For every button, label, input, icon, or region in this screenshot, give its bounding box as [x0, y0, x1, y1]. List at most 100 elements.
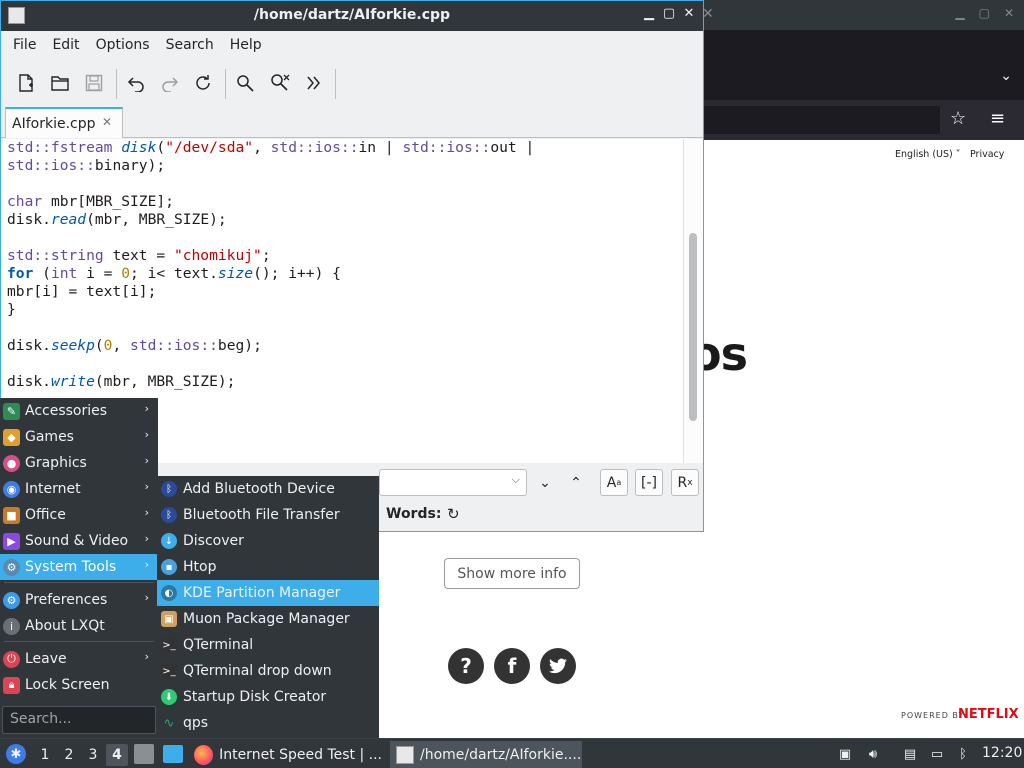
close-icon[interactable]: ✕ — [1004, 6, 1014, 20]
chevron-down-icon[interactable]: ⌵ — [512, 473, 520, 487]
submenu-label: Htop — [183, 559, 217, 575]
words-label: Words: — [386, 506, 442, 522]
terminal-icon: >_ — [161, 637, 177, 653]
new-file-icon[interactable] — [12, 69, 40, 97]
search-input[interactable]: ⌵ — [379, 469, 527, 496]
more-tools-icon[interactable] — [300, 69, 328, 97]
submenu-arrow-icon: › — [144, 402, 149, 415]
menu-about-lxqt[interactable]: i About LXQt — [0, 613, 158, 639]
facebook-icon[interactable]: f — [494, 648, 530, 684]
language-selector[interactable]: English (US) ˅ — [895, 149, 961, 160]
scrollbar-thumb[interactable] — [689, 233, 697, 421]
hamburger-menu-icon[interactable]: ≡ — [990, 108, 1005, 129]
menu-search-input[interactable]: Search... — [2, 706, 156, 734]
menu-internet[interactable]: ◉ Internet › — [0, 476, 158, 502]
submenu-bluetooth-file-transfer[interactable]: ᛒ Bluetooth File Transfer — [157, 502, 379, 528]
netflix-logo[interactable]: NETFLIX — [958, 707, 1019, 722]
menu-lock-screen[interactable]: 🔒︎ Lock Screen — [0, 672, 158, 698]
tab-close-icon[interactable]: ✕ — [102, 115, 112, 129]
privacy-link[interactable]: Privacy — [970, 149, 1004, 160]
desktop-1-button[interactable]: 1 — [34, 744, 56, 766]
find-icon[interactable] — [231, 69, 259, 97]
submenu-qterminal-drop-down[interactable]: >_ QTerminal drop down — [157, 658, 379, 684]
code-line: std::string text = "chomikuj"; — [7, 247, 271, 264]
task-editor[interactable]: /home/dartz/AIforkie.... — [390, 741, 582, 768]
menu-search[interactable]: Search — [158, 31, 222, 61]
submenu-label: QTerminal — [183, 637, 254, 653]
regex-button[interactable]: Rx — [671, 469, 699, 496]
chevron-down-icon[interactable]: ⌄ — [1000, 68, 1012, 84]
notes-icon[interactable]: ▤ — [901, 745, 919, 763]
maximize-icon[interactable]: ▢ — [661, 6, 677, 21]
help-icon[interactable]: ? — [448, 648, 484, 684]
url-field[interactable] — [704, 106, 940, 134]
submenu-label: Bluetooth File Transfer — [183, 507, 340, 523]
close-icon[interactable]: ✕ — [681, 6, 697, 21]
desktop-2-button[interactable]: 2 — [58, 744, 80, 766]
minimize-icon[interactable]: ▁ — [955, 6, 964, 20]
powered-by-label: POWERED BY — [901, 711, 965, 720]
menu-sound-video[interactable]: ▶ Sound & Video › — [0, 528, 158, 554]
menu-help[interactable]: Help — [222, 31, 270, 61]
reload-icon[interactable] — [189, 69, 217, 97]
clipboard-icon[interactable]: ▣ — [836, 745, 854, 763]
menubar: File Edit Options Search Help — [1, 31, 703, 61]
volume-icon[interactable]: 🔊︎ — [864, 745, 882, 763]
submenu-label: Startup Disk Creator — [183, 689, 327, 705]
menu-office[interactable]: ■ Office › — [0, 502, 158, 528]
open-folder-icon[interactable] — [46, 69, 74, 97]
menu-file[interactable]: File — [5, 31, 44, 61]
save-icon[interactable] — [80, 69, 108, 97]
desktop-3-button[interactable]: 3 — [82, 744, 104, 766]
lxqt-menu-icon[interactable]: ✱ — [6, 744, 26, 764]
submenu-qterminal[interactable]: >_ QTerminal — [157, 632, 379, 658]
clock[interactable]: 12:20 — [982, 745, 1022, 761]
menu-leave[interactable]: ⏻ Leave › — [0, 646, 158, 672]
bookmark-star-icon[interactable]: ☆ — [950, 108, 966, 129]
desktop-4-button[interactable]: 4 — [106, 744, 128, 766]
submenu-htop[interactable]: ▪ Htop — [157, 554, 379, 580]
submenu-qps[interactable]: ∿ qps — [157, 710, 379, 736]
menu-graphics[interactable]: ● Graphics › — [0, 450, 158, 476]
tab-aiforkie[interactable]: AIforkie.cpp ✕ — [5, 107, 123, 138]
submenu-arrow-icon: › — [144, 591, 149, 604]
muon-icon: ▣ — [161, 611, 177, 627]
find-next-button[interactable]: ⌄ — [531, 469, 559, 496]
menu-system-tools[interactable]: ⚙ System Tools › — [0, 554, 158, 580]
network-icon[interactable]: ▭ — [928, 745, 946, 763]
about-icon: i — [3, 617, 20, 635]
submenu-discover[interactable]: ↓ Discover — [157, 528, 379, 554]
graphics-icon: ● — [3, 454, 20, 472]
show-more-info-button[interactable]: Show more info — [444, 558, 580, 589]
menu-edit[interactable]: Edit — [44, 31, 87, 61]
redo-icon[interactable] — [156, 69, 184, 97]
submenu-add-bluetooth-device[interactable]: ᛒ Add Bluetooth Device — [157, 476, 379, 502]
menu-options[interactable]: Options — [88, 31, 158, 61]
show-desktop-icon[interactable] — [163, 745, 183, 763]
minimize-icon[interactable]: ▁ — [641, 6, 657, 21]
refresh-words-icon[interactable]: ↻ — [447, 505, 460, 523]
submenu-arrow-icon: › — [144, 506, 149, 519]
match-case-button[interactable]: Aa — [600, 469, 628, 496]
task-label: Internet Speed Test | ... — [219, 747, 382, 763]
code-line: } — [7, 301, 16, 318]
task-internet-speed-test[interactable]: Internet Speed Test | ... — [192, 741, 382, 768]
maximize-icon[interactable]: ▢ — [979, 6, 990, 20]
find-replace-icon[interactable] — [266, 69, 294, 97]
bluetooth-tray-icon[interactable]: ᛒ — [954, 745, 972, 763]
menu-preferences[interactable]: ⚙ Preferences › — [0, 587, 158, 613]
submenu-arrow-icon: › — [144, 558, 149, 571]
menu-games[interactable]: ◆ Games › — [0, 424, 158, 450]
submenu-arrow-icon: › — [144, 428, 149, 441]
submenu-startup-disk-creator[interactable]: ⬇ Startup Disk Creator — [157, 684, 379, 710]
undo-icon[interactable] — [122, 69, 150, 97]
discover-icon: ↓ — [161, 533, 177, 549]
code-line: disk.write(mbr, MBR_SIZE); — [7, 373, 236, 390]
find-previous-button[interactable]: ⌃ — [562, 469, 590, 496]
twitter-icon[interactable] — [540, 648, 576, 684]
whole-word-button[interactable]: [-] — [635, 469, 663, 496]
submenu-muon-package-manager[interactable]: ▣ Muon Package Manager — [157, 606, 379, 632]
file-manager-icon[interactable] — [134, 744, 154, 764]
submenu-kde-partition-manager[interactable]: ◐ KDE Partition Manager — [157, 580, 379, 606]
menu-accessories[interactable]: ✎ Accessories › — [0, 398, 158, 424]
